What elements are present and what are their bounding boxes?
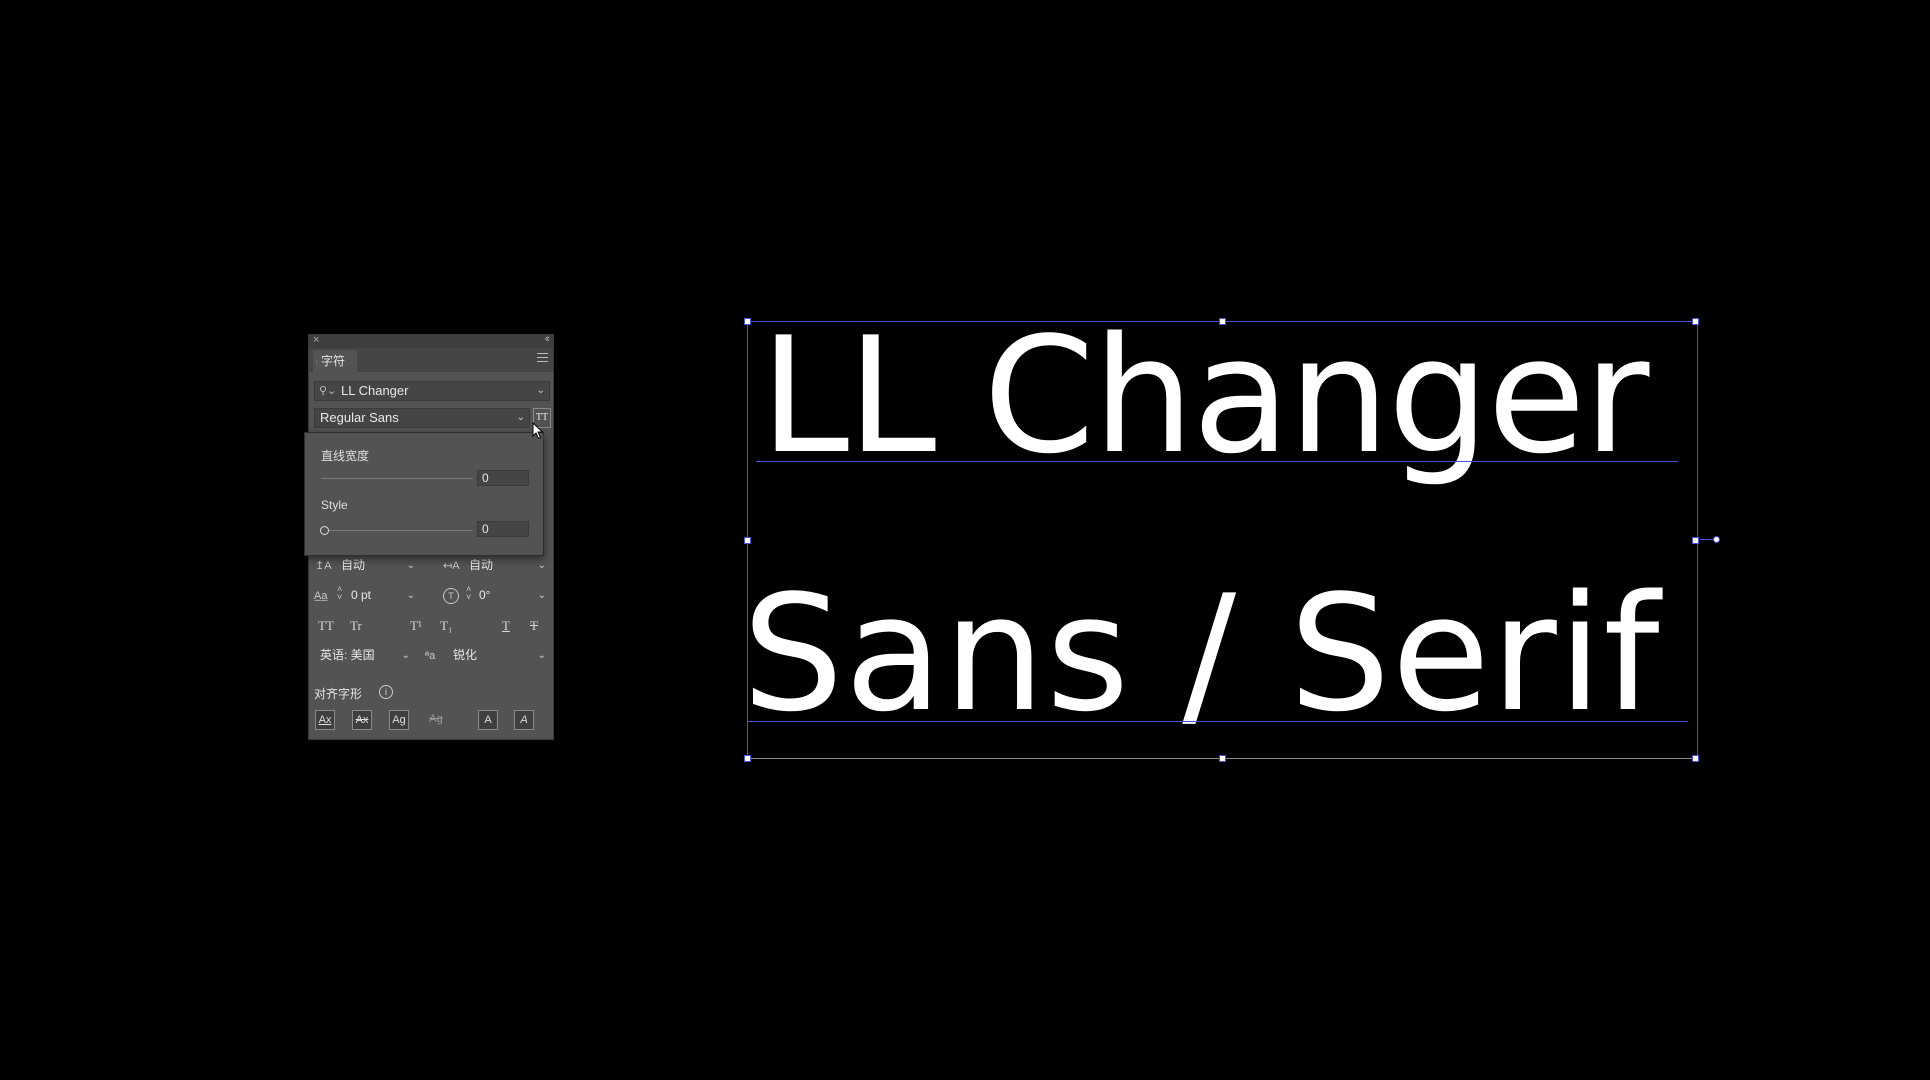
collapse-icon[interactable]: ‹‹ [545, 333, 551, 345]
antialias-dropdown[interactable]: 锐化 ⌄ [447, 647, 550, 665]
stepper-icon[interactable]: ˄ ˅ [337, 585, 342, 602]
resize-handle-bottom-left[interactable] [744, 755, 751, 762]
info-icon[interactable]: i [379, 685, 393, 699]
out-port-line [1700, 539, 1714, 540]
axis1-label: 直线宽度 [321, 449, 370, 463]
panel-title-bar: × ‹‹ [309, 333, 553, 348]
chevron-down-icon: ⌄ [401, 650, 410, 661]
rotation-input[interactable]: 0° ⌄ [475, 587, 550, 605]
align-anchor-button[interactable]: A [478, 710, 498, 730]
axis1-value: 0 [482, 471, 489, 485]
grip-icon: ⁞ [316, 360, 318, 367]
chevron-down-icon: ⌄ [537, 590, 546, 601]
out-port-icon[interactable] [1713, 536, 1720, 543]
tracking-icon: A̲a̲ [314, 590, 328, 602]
resize-handle-bottom-right[interactable] [1692, 755, 1699, 762]
leading-dropdown[interactable]: 自动 ⌄ [333, 557, 419, 575]
align-baseline-button[interactable]: Ax [352, 710, 372, 730]
text-line-1[interactable]: LL Changer [760, 316, 1649, 476]
subscript-button[interactable]: T₁ [440, 618, 452, 634]
align-glyph-button[interactable]: A [514, 710, 534, 730]
mouse-cursor-icon [532, 422, 544, 440]
align-glyphs-label: 对齐字形 [314, 687, 363, 701]
font-style-value: Regular Sans [320, 410, 399, 425]
align-em-box-button[interactable]: Ax [315, 710, 335, 730]
language-dropdown[interactable]: 英语: 美国 ⌄ [314, 647, 414, 665]
kerning-dropdown[interactable]: 自动 ⌄ [461, 557, 550, 575]
baseline-1 [756, 461, 1678, 462]
resize-handle-top[interactable] [1219, 318, 1226, 325]
tab-character[interactable]: ⁞ 字符 [313, 350, 357, 372]
axis2-value-input[interactable]: 0 [477, 521, 529, 537]
chevron-down-icon: ⌄ [406, 590, 415, 601]
panel-tab-row: ⁞ 字符 [309, 348, 553, 372]
tracking-value: 0 pt [351, 588, 372, 602]
align-angular-button[interactable]: Ag [426, 710, 446, 730]
text-frame[interactable]: LL Changer Sans / Serif [742, 316, 1699, 762]
leading-icon: ↥A [315, 560, 332, 572]
resize-handle-right[interactable] [1692, 537, 1699, 544]
resize-handle-top-right[interactable] [1692, 318, 1699, 325]
font-family-value: LL Changer [341, 383, 409, 398]
align-glyph-bounds-button[interactable]: Ag [389, 710, 409, 730]
chevron-down-icon: ⌄ [536, 385, 545, 396]
axis2-slider-knob[interactable] [320, 526, 329, 535]
chevron-down-icon: ⌄ [537, 650, 546, 661]
text-line-2[interactable]: Sans / Serif [742, 574, 1661, 734]
kerning-icon: ↤A [443, 560, 460, 572]
chevron-down-icon: ⌄ [406, 560, 415, 571]
small-caps-button[interactable]: Tr [350, 618, 362, 634]
rotation-icon: T [443, 588, 459, 604]
axis2-slider-track[interactable] [321, 530, 473, 531]
strikethrough-button[interactable]: T [530, 618, 538, 634]
axis2-label: Style [321, 498, 348, 512]
superscript-button[interactable]: T¹ [410, 618, 422, 634]
resize-handle-top-left[interactable] [744, 318, 751, 325]
axis1-value-input[interactable]: 0 [477, 470, 529, 486]
axis1-slider-track[interactable] [321, 478, 473, 479]
panel-menu-icon[interactable] [537, 353, 548, 365]
resize-handle-bottom[interactable] [1219, 755, 1226, 762]
tracking-input[interactable]: 0 pt ⌄ [347, 587, 419, 605]
underline-button[interactable]: T [502, 618, 510, 634]
stepper-icon[interactable]: ˄ ˅ [466, 585, 471, 602]
resize-handle-left[interactable] [744, 537, 751, 544]
axis2-value: 0 [482, 522, 489, 536]
leading-value: 自动 [341, 558, 366, 572]
baseline-2 [748, 721, 1688, 722]
close-icon[interactable]: × [313, 334, 319, 346]
chevron-down-icon: ⌄ [537, 560, 546, 571]
tab-character-label: 字符 [320, 354, 345, 368]
variable-font-popover: 直线宽度 0 Style 0 [304, 432, 544, 556]
antialias-value: 锐化 [453, 648, 478, 662]
rotation-value: 0° [479, 588, 491, 602]
antialias-icon: ªa [425, 650, 436, 662]
search-icon: ⚲⌄ [319, 385, 337, 397]
font-style-dropdown[interactable]: Regular Sans ⌄ [314, 408, 530, 428]
language-value: 英语: 美国 [320, 648, 375, 662]
all-caps-button[interactable]: TT [318, 618, 334, 634]
kerning-value: 自动 [469, 558, 494, 572]
chevron-down-icon: ⌄ [516, 412, 525, 423]
font-family-dropdown[interactable]: ⚲⌄ LL Changer ⌄ [314, 381, 550, 401]
